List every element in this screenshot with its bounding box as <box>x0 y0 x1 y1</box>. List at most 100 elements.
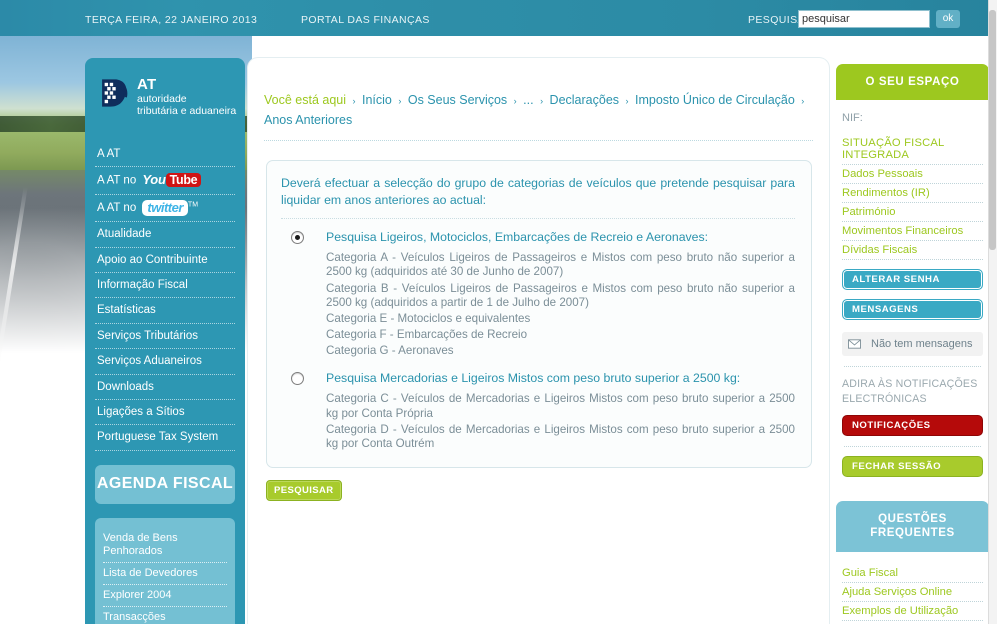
page-scrollbar[interactable] <box>988 0 997 624</box>
breadcrumb-separator: › <box>398 96 402 106</box>
rc-link-label[interactable]: Dívidas Fiscais <box>842 244 983 256</box>
breadcrumb-separator: › <box>801 96 805 106</box>
faq-link-guia-fiscal[interactable]: Guia Fiscal <box>842 564 983 583</box>
rc-link-label[interactable]: SITUAÇÃO FISCAL INTEGRADA <box>842 137 983 161</box>
vehicle-category-panel: Deverá efectuar a selecção do grupo de c… <box>266 160 812 469</box>
rc-link-label[interactable]: Guia Fiscal <box>842 567 983 579</box>
sidebar-item-estatisticas[interactable]: Estatísticas <box>95 298 235 324</box>
breadcrumb-separator: › <box>540 96 544 106</box>
option-group-ligeiros: Pesquisa Ligeiros, Motociclos, Embarcaçõ… <box>281 230 795 360</box>
sidebar-item-label: A AT no <box>97 202 140 215</box>
links-item-transaccoes-intracomunitarias[interactable]: Transacções Intracomunitárias <box>103 607 227 624</box>
rc-link-label[interactable]: Dados Pessoais <box>842 168 983 180</box>
links-item-explorer-2004[interactable]: Explorer 2004 <box>103 585 227 608</box>
sidebar-item-youtube[interactable]: A AT no You Tube <box>95 167 235 195</box>
sidebar-item-servicos-tributarios[interactable]: Serviços Tributários <box>95 324 235 350</box>
sidebar-item-label[interactable]: Serviços Tributários <box>97 329 235 343</box>
scrollbar-down-arrow[interactable] <box>989 616 996 623</box>
sidebar-item-label[interactable]: Ligações a Sítios <box>97 405 235 419</box>
fechar-sessao-button[interactable]: FECHAR SESSÃO <box>842 455 983 477</box>
rc-link-movimentos-financeiros[interactable]: Movimentos Financeiros <box>842 222 983 242</box>
links-item-label[interactable]: Explorer 2004 <box>103 589 227 602</box>
rc-link-situacao-fiscal[interactable]: SITUAÇÃO FISCAL INTEGRADA <box>842 134 983 166</box>
scrollbar-thumb[interactable] <box>989 10 996 250</box>
search-submit-button[interactable]: ok <box>936 10 960 28</box>
sidebar-item-label: A AT no <box>97 174 140 187</box>
links-item-label[interactable]: Lista de Devedores <box>103 567 227 580</box>
scrollbar-up-arrow[interactable] <box>989 1 996 8</box>
category-line: Categoria C - Veículos de Mercadorias e … <box>326 392 795 420</box>
sidebar-links-box: Venda de Bens Penhorados Lista de Devedo… <box>95 517 235 624</box>
radio-mercadorias[interactable] <box>291 372 304 386</box>
rc-link-label[interactable]: Ajuda Serviços Online <box>842 586 983 598</box>
divider <box>844 445 981 447</box>
no-messages-box: Não tem mensagens <box>842 332 983 357</box>
links-item-label[interactable]: Venda de Bens Penhorados <box>103 532 227 558</box>
sidebar-item-servicos-aduaneiros[interactable]: Serviços Aduaneiros <box>95 349 235 375</box>
left-sidebar: AT autoridade tributária e aduaneira A A… <box>85 58 245 624</box>
breadcrumb-item-imposto-unico-circulacao[interactable]: Imposto Único de Circulação <box>635 93 795 107</box>
agenda-fiscal-button[interactable]: AGENDA FISCAL <box>95 464 235 504</box>
notificacoes-button[interactable]: NOTIFICAÇÕES <box>842 414 983 436</box>
radio-ligeiros[interactable] <box>291 231 304 245</box>
at-acronym: AT <box>137 76 157 93</box>
at-logo-text: AT autoridade tributária e aduaneira <box>137 76 236 117</box>
alterar-senha-button[interactable]: ALTERAR SENHA <box>842 269 983 291</box>
sidebar-item-label[interactable]: Serviços Aduaneiros <box>97 354 235 368</box>
sidebar-item-label[interactable]: A AT <box>97 147 235 161</box>
breadcrumb-separator: › <box>513 96 517 106</box>
portal-title: PORTAL DAS FINANÇAS <box>301 14 430 26</box>
mensagens-button[interactable]: MENSAGENS <box>842 299 983 321</box>
panel-intro-text: Deverá efectuar a selecção do grupo de c… <box>281 176 795 207</box>
faq-link-exemplos-utilizacao[interactable]: Exemplos de Utilização <box>842 602 983 621</box>
at-line2: tributária e aduaneira <box>137 105 237 118</box>
sidebar-item-twitter[interactable]: A AT no twitter TM <box>95 195 235 223</box>
rc-link-label[interactable]: Património <box>842 206 983 218</box>
rc-link-rendimentos[interactable]: Rendimentos (IR) <box>842 184 983 204</box>
breadcrumb-item-ellipsis[interactable]: ... <box>523 93 533 107</box>
sidebar-item-label[interactable]: Atualidade <box>97 227 235 241</box>
o-seu-espaco-card: O SEU ESPAÇO NIF: SITUAÇÃO FISCAL INTEGR… <box>836 64 989 483</box>
sidebar-item-atualidade[interactable]: Atualidade <box>95 222 235 248</box>
sidebar-item-label[interactable]: Portuguese Tax System <box>97 430 235 444</box>
sidebar-item-informacao-fiscal[interactable]: Informação Fiscal <box>95 273 235 299</box>
breadcrumb-item-declaracoes[interactable]: Declarações <box>550 93 619 107</box>
breadcrumb-item-inicio[interactable]: Início <box>362 93 392 107</box>
option-title: Pesquisa Mercadorias e Ligeiros Mistos c… <box>326 371 741 386</box>
option-group-mercadorias: Pesquisa Mercadorias e Ligeiros Mistos c… <box>281 371 795 453</box>
sidebar-item-label[interactable]: Informação Fiscal <box>97 278 235 292</box>
twitter-icon: twitter <box>142 200 188 217</box>
sidebar-item-a-at[interactable]: A AT <box>95 142 235 168</box>
sidebar-item-label[interactable]: Estatísticas <box>97 303 235 317</box>
sidebar-item-downloads[interactable]: Downloads <box>95 375 235 400</box>
rc-link-label[interactable]: Movimentos Financeiros <box>842 225 983 237</box>
divider <box>844 366 981 368</box>
links-item-label[interactable]: Transacções Intracomunitárias <box>103 611 227 624</box>
sidebar-item-apoio-contribuinte[interactable]: Apoio ao Contribuinte <box>95 248 235 273</box>
page-root: TERÇA FEIRA, 22 JANEIRO 2013 PORTAL DAS … <box>0 0 997 624</box>
breadcrumb-item-os-seus-servicos[interactable]: Os Seus Serviços <box>408 93 507 107</box>
sidebar-item-ligacoes-sitios[interactable]: Ligações a Sítios <box>95 400 235 426</box>
rc-link-dados-pessoais[interactable]: Dados Pessoais <box>842 165 983 185</box>
rc-link-label[interactable]: Rendimentos (IR) <box>842 187 983 199</box>
category-line: Categoria D - Veículos de Mercadorias e … <box>326 422 795 450</box>
sidebar-item-label[interactable]: Apoio ao Contribuinte <box>97 253 235 267</box>
search-input[interactable] <box>798 10 930 28</box>
envelope-icon <box>848 339 861 350</box>
pesquisar-submit-button[interactable]: PESQUISAR <box>266 480 342 502</box>
at-logo[interactable]: AT autoridade tributária e aduaneira <box>97 76 245 120</box>
questoes-frequentes-card: QUESTÕES FREQUENTES Guia Fiscal Ajuda Se… <box>836 500 989 624</box>
category-line: Categoria B - Veículos Ligeiros de Passa… <box>326 281 795 309</box>
faq-link-ajuda-servicos-online[interactable]: Ajuda Serviços Online <box>842 583 983 602</box>
sidebar-item-portuguese-tax-system[interactable]: Portuguese Tax System <box>95 425 235 451</box>
hero-road-line-left <box>0 186 28 386</box>
sidebar-item-label[interactable]: Downloads <box>97 380 235 394</box>
rc-link-patrimonio[interactable]: Património <box>842 203 983 223</box>
at-line1: autoridade <box>137 93 187 106</box>
breadcrumb-item-anos-anteriores[interactable]: Anos Anteriores <box>264 113 352 127</box>
links-item-venda-bens[interactable]: Venda de Bens Penhorados <box>103 528 227 563</box>
links-item-lista-devedores[interactable]: Lista de Devedores <box>103 563 227 586</box>
nif-label: NIF: <box>842 112 863 125</box>
rc-link-label[interactable]: Exemplos de Utilização <box>842 605 983 617</box>
rc-link-dividas-fiscais[interactable]: Dívidas Fiscais <box>842 241 983 261</box>
